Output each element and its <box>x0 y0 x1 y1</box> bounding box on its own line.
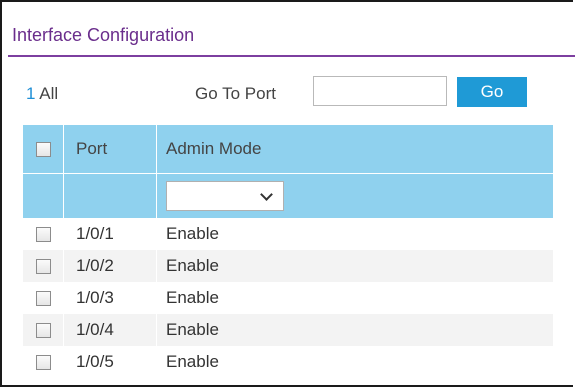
go-to-port-input[interactable] <box>313 76 447 106</box>
table-row: 1/0/1 Enable <box>23 218 553 250</box>
admin-mode-cell: Enable <box>166 352 219 371</box>
column-header-admin-mode[interactable]: Admin Mode <box>156 125 553 174</box>
row-checkbox[interactable] <box>35 259 51 275</box>
admin-mode-cell: Enable <box>156 250 553 282</box>
filter-row <box>23 173 553 218</box>
admin-mode-filter-select[interactable] <box>166 181 284 211</box>
table-row: 1/0/4 Enable <box>23 314 553 346</box>
interface-table: Port Admin Mode 1/0/1 Enable 1/0/2 Enabl… <box>23 125 553 378</box>
page-title: Interface Configuration <box>12 25 195 45</box>
admin-mode-cell: Enable <box>166 288 219 307</box>
column-header-port[interactable]: Port <box>63 125 157 174</box>
port-cell: 1/0/5 <box>63 346 157 378</box>
admin-mode-cell: Enable <box>166 224 219 243</box>
go-button[interactable]: Go <box>457 77 527 107</box>
select-all-checkbox[interactable] <box>35 142 51 158</box>
port-cell: 1/0/4 <box>63 314 157 346</box>
title-divider <box>8 55 575 57</box>
page-number-link[interactable]: 1 <box>26 84 35 103</box>
port-cell: 1/0/3 <box>63 282 157 314</box>
table-row: 1/0/5 Enable <box>23 346 553 378</box>
row-checkbox[interactable] <box>35 323 51 339</box>
show-all-link[interactable]: All <box>39 84 58 103</box>
row-checkbox[interactable] <box>35 291 51 307</box>
go-to-port-label: Go To Port <box>195 84 276 103</box>
chevron-down-icon <box>260 188 273 201</box>
select-all-cell <box>23 125 64 174</box>
port-cell: 1/0/1 <box>63 218 157 250</box>
admin-mode-cell: Enable <box>156 314 553 346</box>
pagination: 1 All <box>26 84 58 104</box>
port-cell: 1/0/2 <box>63 250 157 282</box>
row-checkbox[interactable] <box>35 355 51 371</box>
table-header-row: Port Admin Mode <box>23 125 553 174</box>
table-row: 1/0/3 Enable <box>23 282 553 314</box>
row-checkbox[interactable] <box>35 227 51 243</box>
table-row: 1/0/2 Enable <box>23 250 553 282</box>
